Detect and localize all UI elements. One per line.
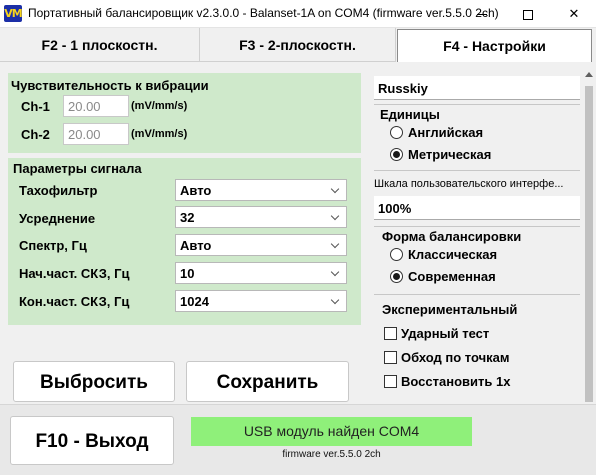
spectrum-select[interactable]: Авто	[175, 234, 347, 256]
units-metric-radio[interactable]	[390, 148, 403, 161]
restore-1x-checkbox[interactable]	[384, 375, 397, 388]
chevron-down-icon	[330, 239, 340, 249]
experimental-title: Экспериментальный	[382, 302, 518, 317]
vibration-sensitivity-group: Чувствительность к вибрации Ch-1 20.00 (…	[8, 73, 361, 153]
balance-form-classic-radio[interactable]	[390, 248, 403, 261]
chevron-down-icon	[330, 267, 340, 277]
chevron-down-icon	[330, 184, 340, 194]
minimize-button[interactable]	[460, 0, 504, 28]
chevron-down-icon	[330, 211, 340, 221]
tacho-filter-label: Тахофильтр	[19, 183, 98, 198]
language-select[interactable]: Russkiy	[374, 76, 580, 100]
close-icon: ✕	[568, 6, 580, 21]
ch1-sensitivity-input[interactable]: 20.00	[63, 95, 129, 117]
rms-end-freq-label: Кон.част. СКЗ, Гц	[19, 294, 130, 309]
units-title: Единицы	[380, 107, 440, 122]
ch2-label: Ch-2	[21, 127, 50, 142]
reset-button[interactable]: Выбросить	[13, 361, 175, 402]
tab-single-plane[interactable]: F2 - 1 плоскостн.	[0, 28, 200, 62]
restore-1x-label[interactable]: Восстановить 1x	[401, 374, 510, 389]
ch2-unit: (mV/mm/s)	[131, 128, 188, 140]
tab-settings[interactable]: F4 - Настройки	[397, 29, 592, 62]
exit-button[interactable]: F10 - Выход	[10, 416, 174, 465]
rms-start-freq-value: 10	[180, 266, 195, 281]
rms-start-freq-label: Нач.част. СКЗ, Гц	[19, 266, 130, 281]
balance-form-modern-label[interactable]: Современная	[408, 269, 496, 284]
rms-end-freq-value: 1024	[180, 294, 209, 309]
minimize-icon	[477, 14, 487, 16]
scrollbar-thumb[interactable]	[585, 86, 593, 402]
averaging-label: Усреднение	[19, 211, 96, 226]
app-logo-icon: VM	[4, 5, 23, 22]
settings-panel: Russkiy Единицы Английская Метрическая Ш…	[370, 72, 580, 404]
impact-test-label[interactable]: Ударный тест	[401, 326, 489, 341]
usb-status-badge: USB модуль найден COM4	[191, 417, 472, 446]
point-walk-checkbox[interactable]	[384, 351, 397, 364]
spectrum-label: Спектр, Гц	[19, 238, 87, 253]
divider	[374, 294, 580, 295]
impact-test-checkbox[interactable]	[384, 327, 397, 340]
window-title: Портативный балансировщик v2.3.0.0 - Bal…	[28, 6, 499, 20]
tab-two-plane[interactable]: F3 - 2-плоскостн.	[200, 28, 396, 62]
ui-scale-label: Шкала пользовательского интерфе...	[374, 178, 564, 190]
divider	[374, 104, 580, 105]
point-walk-label[interactable]: Обход по точкам	[401, 350, 509, 365]
balance-form-modern-radio[interactable]	[390, 270, 403, 283]
averaging-value: 32	[180, 210, 195, 225]
scroll-up-icon[interactable]	[585, 72, 593, 77]
maximize-icon	[523, 9, 533, 20]
tacho-filter-select[interactable]: Авто	[175, 179, 347, 201]
ui-scale-input[interactable]: 100%	[374, 196, 580, 220]
close-button[interactable]: ✕	[552, 0, 596, 28]
divider	[374, 226, 580, 227]
rms-start-freq-select[interactable]: 10	[175, 262, 347, 284]
units-imperial-label[interactable]: Английская	[408, 125, 483, 140]
tacho-filter-value: Авто	[180, 183, 212, 198]
balance-form-title: Форма балансировки	[382, 229, 522, 244]
rms-end-freq-select[interactable]: 1024	[175, 290, 347, 312]
chevron-down-icon	[330, 295, 340, 305]
averaging-select[interactable]: 32	[175, 206, 347, 228]
units-imperial-radio[interactable]	[390, 126, 403, 139]
ch2-sensitivity-input[interactable]: 20.00	[63, 123, 129, 145]
maximize-button[interactable]	[506, 0, 550, 28]
save-button[interactable]: Сохранить	[186, 361, 349, 402]
balance-form-classic-label[interactable]: Классическая	[408, 247, 497, 262]
firmware-version: firmware ver.5.5.0 2ch	[282, 449, 381, 460]
title-bar: VM Портативный балансировщик v2.3.0.0 - …	[0, 0, 596, 28]
units-metric-label[interactable]: Метрическая	[408, 147, 491, 162]
vibration-sensitivity-title: Чувствительность к вибрации	[11, 78, 209, 93]
ch1-label: Ch-1	[21, 99, 50, 114]
spectrum-value: Авто	[180, 238, 212, 253]
signal-parameters-title: Параметры сигнала	[13, 161, 142, 176]
divider	[374, 170, 580, 171]
ch1-unit: (mV/mm/s)	[131, 100, 188, 112]
